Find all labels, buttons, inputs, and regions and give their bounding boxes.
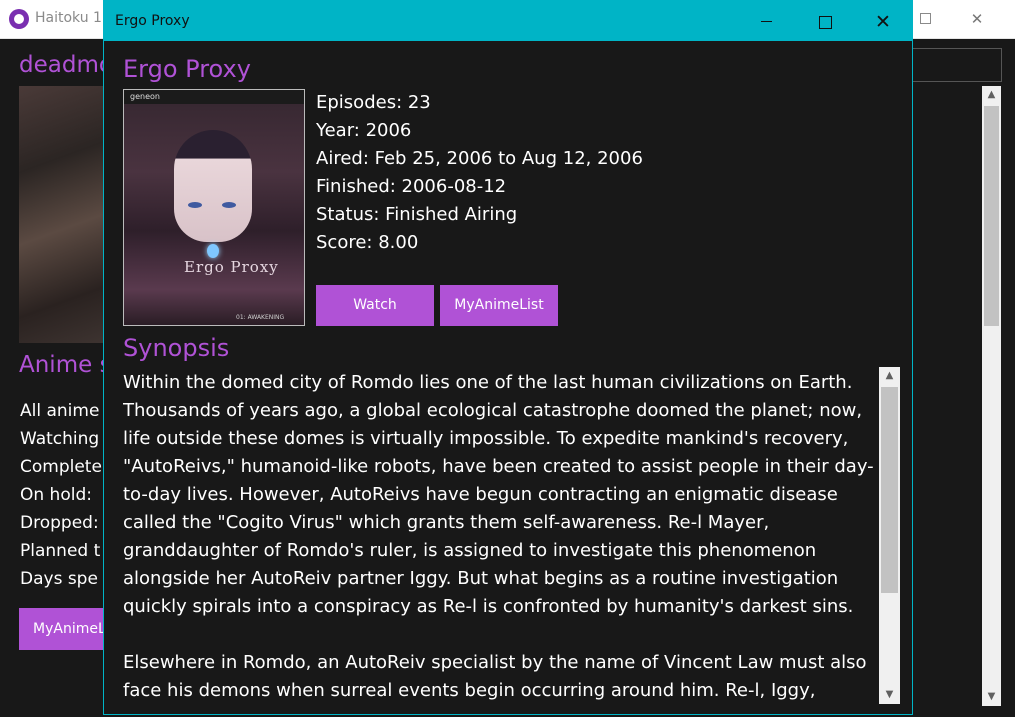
year-info: Year: 2006	[316, 120, 412, 141]
score-info: Score: 8.00	[316, 232, 419, 253]
dialog-title: Ergo Proxy	[115, 13, 190, 29]
app-logo-icon	[9, 9, 29, 29]
watch-button[interactable]: Watch	[316, 285, 434, 326]
scrollbar-thumb[interactable]	[984, 106, 999, 326]
scroll-up-icon[interactable]: ▲	[982, 86, 1001, 104]
main-scrollbar[interactable]: ▲ ▼	[982, 86, 1001, 706]
minimize-icon[interactable]	[752, 10, 782, 34]
stat-dropped: Dropped:	[20, 513, 99, 533]
anime-stats-heading: Anime s	[19, 352, 112, 378]
stat-all-anime: All anime	[20, 401, 100, 421]
publisher-logo: geneon	[130, 92, 160, 101]
anime-cover-image: geneon Ergo Proxy 01: AWAKENING	[123, 89, 305, 326]
stat-planned: Planned t	[20, 541, 101, 561]
cover-publisher-bar: geneon	[124, 90, 304, 104]
profile-username: deadmo	[19, 52, 113, 78]
episodes-info: Episodes: 23	[316, 92, 431, 113]
synopsis-heading: Synopsis	[123, 334, 230, 362]
dialog-titlebar[interactable]: Ergo Proxy ✕	[104, 1, 912, 41]
stat-watching: Watching	[20, 429, 100, 449]
myanimelist-button[interactable]: MyAnimeList	[440, 285, 558, 326]
anime-title: Ergo Proxy	[123, 55, 251, 83]
status-info: Status: Finished Airing	[316, 204, 518, 225]
finished-info: Finished: 2006-08-12	[316, 176, 507, 197]
profile-myanimelist-button[interactable]: MyAnimeL	[19, 608, 109, 650]
stat-completed: Complete	[20, 457, 102, 477]
cover-gem	[207, 244, 219, 258]
cover-episode-label: 01: AWAKENING	[236, 314, 285, 321]
close-icon[interactable]: ✕	[868, 10, 898, 34]
main-window-title: Haitoku 1.	[35, 10, 107, 26]
stat-on-hold: On hold:	[20, 485, 92, 505]
scroll-up-icon[interactable]: ▲	[879, 367, 900, 385]
profile-avatar	[19, 86, 109, 343]
synopsis-panel[interactable]: Within the domed city of Romdo lies one …	[123, 367, 900, 704]
cover-title-logo: Ergo Proxy	[184, 258, 279, 276]
maximize-icon[interactable]	[810, 10, 840, 34]
aired-info: Aired: Feb 25, 2006 to Aug 12, 2006	[316, 148, 643, 169]
scroll-down-icon[interactable]: ▼	[879, 686, 900, 704]
stat-days-spent: Days spe	[20, 569, 98, 589]
scroll-down-icon[interactable]: ▼	[982, 688, 1001, 706]
synopsis-text: Within the domed city of Romdo lies one …	[123, 372, 874, 701]
maximize-icon	[920, 13, 931, 24]
cover-eye	[222, 202, 236, 208]
scrollbar-thumb[interactable]	[881, 387, 898, 593]
cover-eye	[188, 202, 202, 208]
search-input[interactable]	[900, 48, 1002, 82]
anime-detail-window: Ergo Proxy ✕ Ergo Proxy geneon Ergo Prox…	[103, 0, 913, 715]
synopsis-scrollbar[interactable]: ▲ ▼	[879, 367, 900, 704]
close-icon[interactable]: ✕	[966, 8, 988, 30]
maximize-button[interactable]	[914, 8, 936, 30]
cover-character	[174, 130, 252, 242]
